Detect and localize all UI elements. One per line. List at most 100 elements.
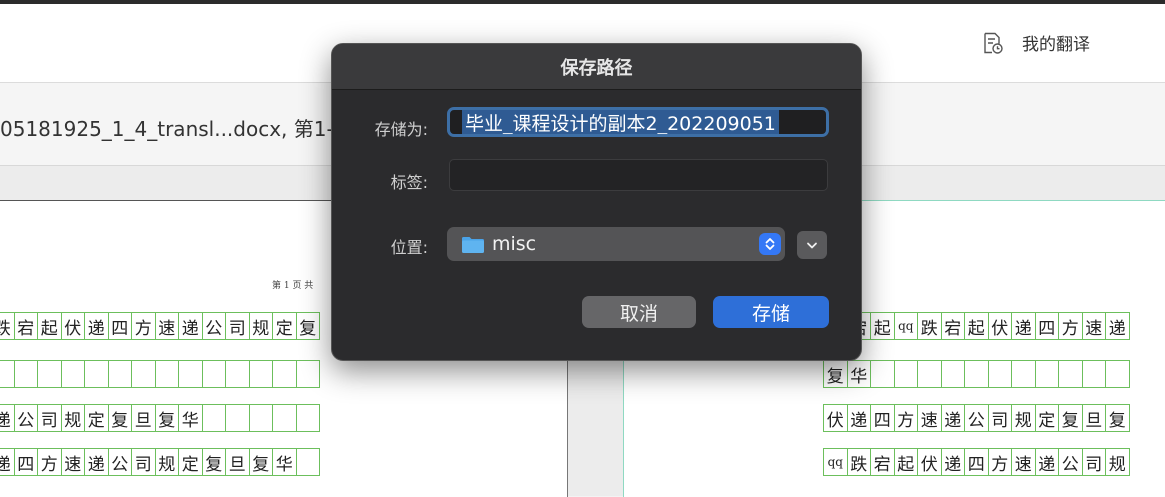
my-translation-button[interactable]: 我的翻译 (980, 30, 1090, 55)
grid-cell: 伏 (824, 405, 848, 431)
location-value: misc (492, 233, 537, 255)
right-grid-row: 跌宕起qq跌宕起伏递四方速递 (823, 312, 1130, 340)
grid-cell: 递 (1106, 313, 1130, 339)
grid-cell: 规 (156, 449, 179, 475)
grid-cell: 复 (1059, 405, 1083, 431)
grid-cell: 速 (918, 405, 942, 431)
grid-cell: 跌 (0, 313, 15, 339)
grid-cell: 速 (1083, 313, 1106, 339)
grid-cell (989, 361, 1012, 387)
grid-cell: 复 (250, 449, 273, 475)
grid-cell: 方 (38, 449, 62, 475)
grid-cell (156, 361, 179, 387)
grid-cell: 定 (85, 405, 109, 431)
grid-cell: 伏 (989, 313, 1012, 339)
save-button[interactable]: 存储 (713, 296, 829, 328)
file-name: 05181925_1_4_transl...docx, 第1-4页 (0, 117, 367, 141)
left-grid-row: 跌宕起伏递四方速递公司规定复 (0, 312, 320, 340)
grid-cell: 旦 (132, 405, 156, 431)
grid-cell (203, 361, 226, 387)
grid-cell: 定 (273, 313, 297, 339)
grid-cell: 起 (871, 313, 895, 339)
save-as-input[interactable]: 毕业_课程设计的副本2_202209051 (447, 107, 829, 137)
grid-cell (895, 361, 918, 387)
grid-cell: qq (895, 313, 918, 339)
grid-cell: 宕 (871, 449, 895, 475)
grid-cell: 司 (132, 449, 156, 475)
grid-cell (85, 361, 109, 387)
grid-cell: 旦 (226, 449, 250, 475)
grid-cell: 递 (85, 449, 109, 475)
grid-cell: 跌 (848, 449, 871, 475)
grid-cell: 起 (38, 313, 62, 339)
grid-cell: 四 (1036, 313, 1059, 339)
grid-cell: 复 (203, 449, 226, 475)
grid-cell: 速 (62, 449, 85, 475)
grid-cell: 华 (179, 405, 203, 431)
grid-cell (297, 449, 320, 475)
save-as-label: 存储为: (374, 120, 428, 139)
grid-cell (132, 361, 156, 387)
grid-cell: 起 (965, 313, 989, 339)
grid-cell: 递 (85, 313, 109, 339)
grid-cell (1036, 361, 1059, 387)
right-grid-row: 伏递四方速递公司规定复旦复 (823, 404, 1130, 432)
location-select[interactable]: misc (447, 227, 785, 261)
grid-cell: 复 (156, 405, 179, 431)
grid-cell: qq (824, 449, 848, 475)
tags-input[interactable] (449, 159, 828, 191)
dialog-titlebar: 保存路径 (332, 44, 861, 90)
grid-cell (226, 361, 250, 387)
grid-cell: 司 (226, 313, 250, 339)
grid-cell: 司 (38, 405, 62, 431)
grid-cell: 公 (15, 405, 38, 431)
grid-cell: 伏 (918, 449, 942, 475)
grid-cell: 递 (1036, 449, 1059, 475)
grid-cell: 递 (848, 405, 871, 431)
save-path-dialog: 保存路径 存储为: 毕业_课程设计的副本2_202209051 标签: 位置: … (331, 43, 862, 361)
tags-label: 标签: (390, 173, 428, 192)
grid-cell: 华 (273, 449, 297, 475)
grid-cell: 方 (895, 405, 918, 431)
grid-cell: 规 (1106, 449, 1130, 475)
chevron-down-icon (807, 242, 817, 249)
left-grid-row: 递公司规定复旦复华 (0, 404, 320, 432)
grid-cell: 华 (848, 361, 871, 387)
grid-cell: 速 (1012, 449, 1036, 475)
grid-cell: 复 (1106, 405, 1130, 431)
grid-cell (273, 405, 297, 431)
grid-cell: 定 (179, 449, 203, 475)
grid-cell: 方 (989, 449, 1012, 475)
grid-cell (297, 405, 320, 431)
grid-cell: 四 (965, 449, 989, 475)
grid-cell: 规 (62, 405, 85, 431)
grid-cell: 递 (0, 405, 15, 431)
grid-cell: 方 (1059, 313, 1083, 339)
right-grid-row: qq 跌宕起伏递四方速递公司规 (823, 448, 1130, 476)
grid-cell (297, 361, 320, 387)
cancel-button[interactable]: 取消 (582, 296, 696, 328)
grid-cell (15, 361, 38, 387)
grid-cell: 公 (109, 449, 132, 475)
document-history-icon (984, 32, 1003, 54)
grid-cell: 递 (0, 449, 15, 475)
grid-cell: 速 (156, 313, 179, 339)
grid-cell (0, 361, 15, 387)
grid-cell: 公 (965, 405, 989, 431)
location-label: 位置: (390, 238, 428, 257)
grid-cell: 四 (109, 313, 132, 339)
grid-cell: 四 (871, 405, 895, 431)
grid-cell (942, 361, 965, 387)
grid-cell (1083, 361, 1106, 387)
save-as-value: 毕业_课程设计的副本2_202209051 (462, 110, 779, 134)
grid-cell (273, 361, 297, 387)
grid-cell: 复 (109, 405, 132, 431)
up-down-chevron-icon (759, 233, 781, 255)
expand-dialog-button[interactable] (797, 231, 827, 259)
grid-cell (1012, 361, 1036, 387)
folder-icon (462, 236, 484, 253)
left-grid-row: 递四方速递公司规定复旦复华 (0, 448, 320, 476)
grid-cell: 宕 (942, 313, 965, 339)
grid-cell: 公 (203, 313, 226, 339)
grid-cell (109, 361, 132, 387)
